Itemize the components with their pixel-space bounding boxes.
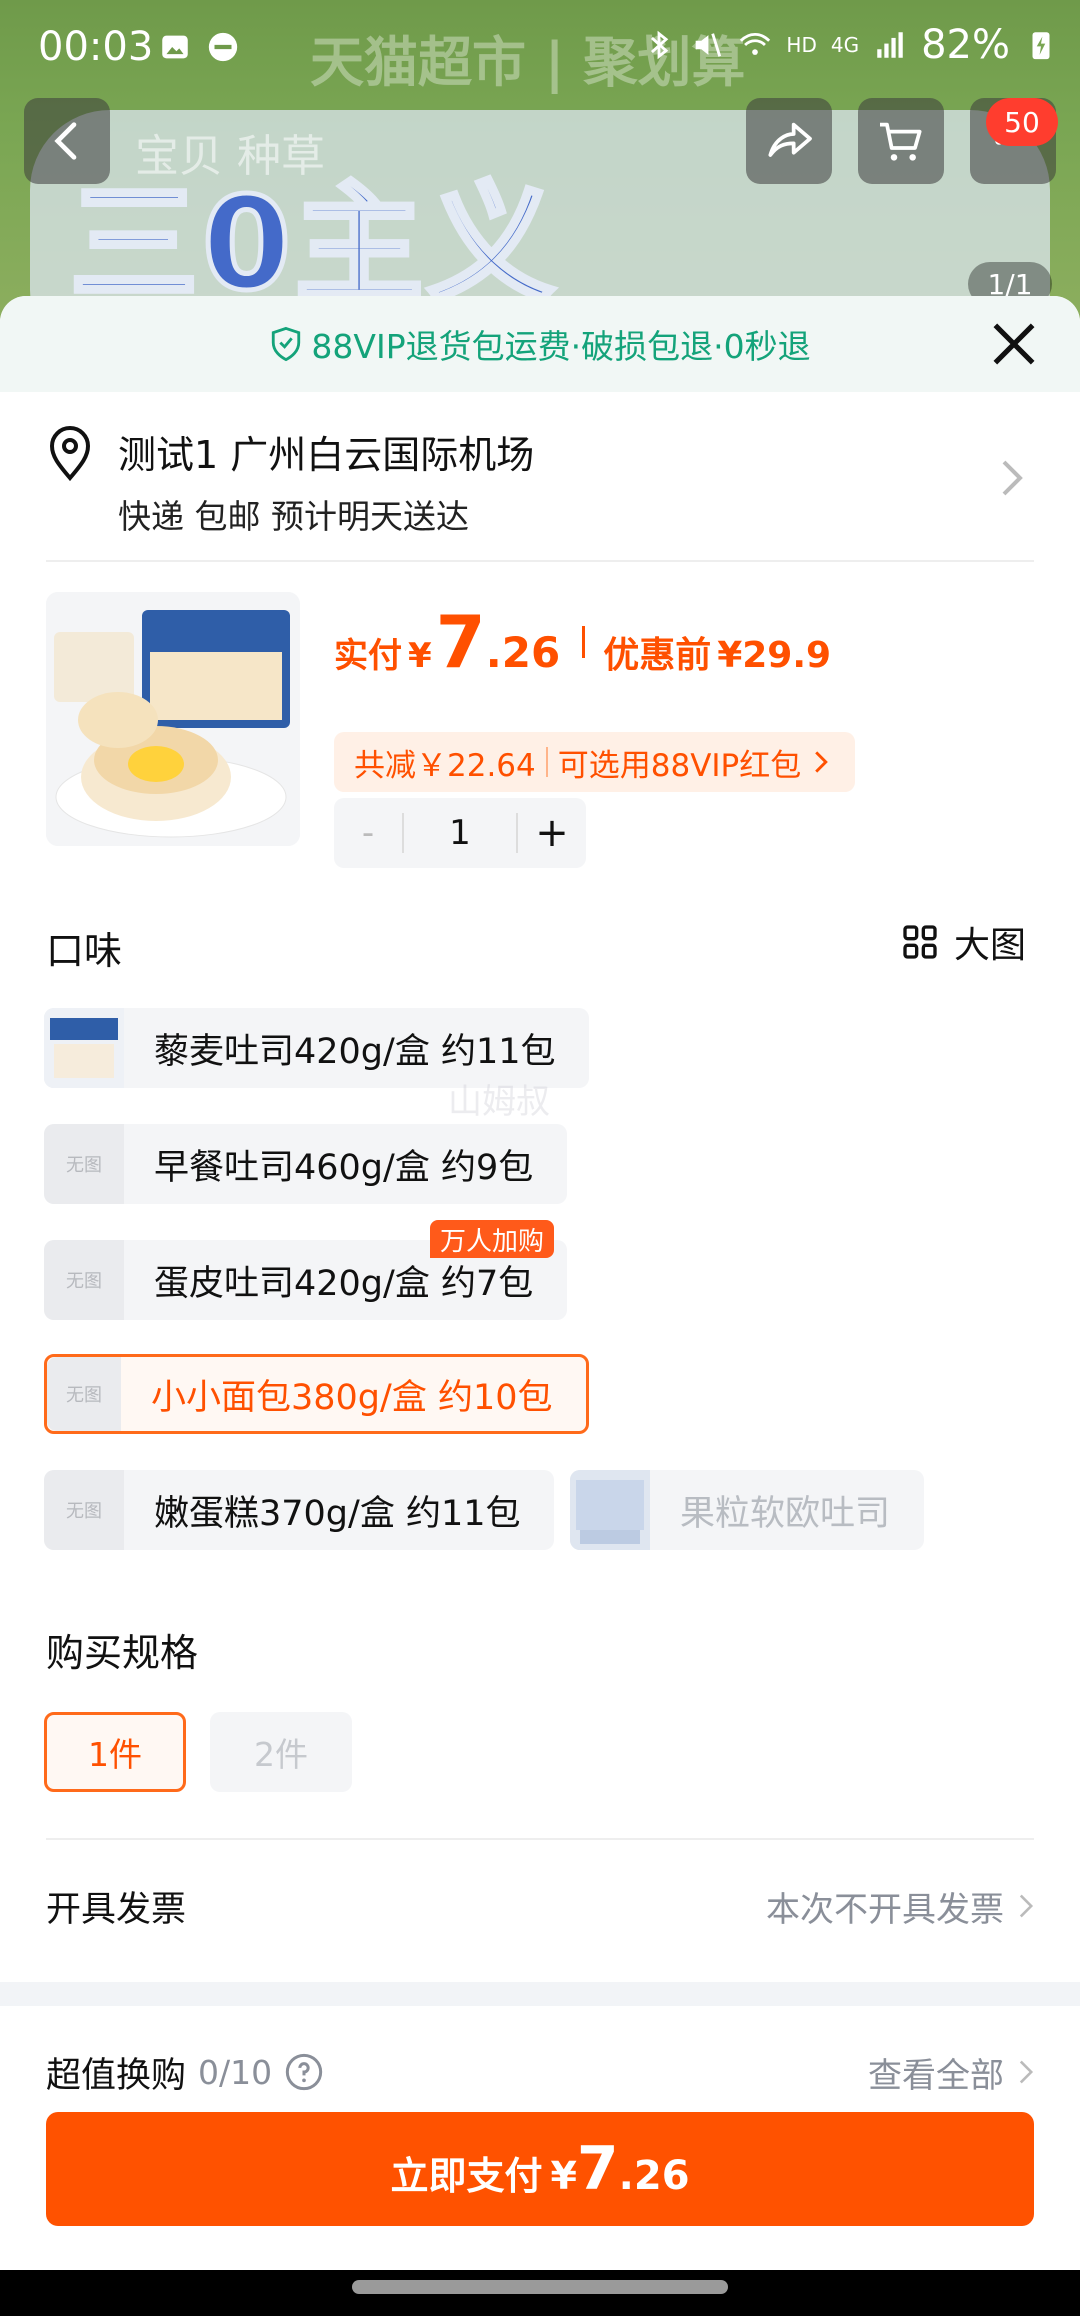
flavor-section-title: 口味 <box>46 929 123 973</box>
wifi-icon <box>740 32 771 55</box>
option-label: 嫩蛋糕370g/盒 约11包 <box>154 1493 521 1534</box>
option-label: 早餐吐司460g/盒 约9包 <box>154 1147 534 1188</box>
currency-symbol: ¥ <box>408 636 432 676</box>
price-divider <box>582 626 586 658</box>
sku-selection-sheet: 88VIP退货包运费·破损包退·0秒退 测试1 广州白云国际机场 快递 包邮 预… <box>0 296 1080 2316</box>
hd-label: HD <box>786 33 817 57</box>
price-decimal: .26 <box>485 628 561 677</box>
spec-section-title: 购买规格 <box>46 1631 199 1675</box>
bluetooth-icon <box>651 30 669 60</box>
increase-button[interactable]: + <box>518 810 586 856</box>
bread-product-image <box>46 592 300 846</box>
no-image-placeholder: 无图 <box>47 1357 121 1431</box>
big-image-label: 大图 <box>953 925 1026 966</box>
back-button[interactable] <box>24 98 110 184</box>
invoice-value: 本次不开具发票 <box>766 1889 1004 1930</box>
before-discount-label: 优惠前 <box>603 635 712 676</box>
status-time: 00:03 <box>38 24 154 70</box>
mute-icon <box>696 33 722 57</box>
discount-amount: 共减￥22.64 <box>354 747 536 784</box>
view-all-link[interactable]: 查看全部 <box>868 2048 1004 2097</box>
option-thumbnail <box>570 1470 650 1550</box>
vip-coupon-text: 可选用88VIP红包 <box>557 747 802 784</box>
share-icon <box>768 122 812 157</box>
signal-icon <box>877 32 903 58</box>
option-thumbnail <box>44 1008 124 1088</box>
pay-amount-integer: 7 <box>576 2134 619 2204</box>
close-icon[interactable] <box>986 316 1042 372</box>
pay-label: 立即支付 <box>390 2154 543 2198</box>
system-nav-bar <box>0 2270 1080 2316</box>
network-label: 4G <box>830 33 860 57</box>
home-gesture-handle[interactable] <box>352 2280 728 2294</box>
flavor-option-soft-cake[interactable]: 无图 嫩蛋糕370g/盒 约11包 <box>44 1470 555 1550</box>
big-image-toggle[interactable]: 大图 <box>900 916 1026 968</box>
delivery-info: 快递 包邮 预计明天送达 <box>118 497 469 536</box>
battery-icon <box>1032 32 1050 60</box>
no-image-placeholder: 无图 <box>44 1240 124 1320</box>
pay-currency: ¥ <box>550 2154 577 2198</box>
flavor-option-breakfast-toast[interactable]: 无图 早餐吐司460g/盒 约9包 <box>44 1124 568 1204</box>
vip-notice-text: 88VIP退货包运费·破损包退·0秒退 <box>311 327 811 366</box>
grid-icon <box>903 925 937 959</box>
address-row[interactable]: 测试1 广州白云国际机场 快递 包邮 预计明天送达 <box>46 392 1034 562</box>
divider <box>46 1838 1034 1840</box>
discount-pill[interactable]: 共减￥22.64 可选用88VIP红包 <box>334 732 856 792</box>
back-arrow-icon <box>54 122 77 160</box>
exchange-row[interactable]: 超值换购 0/10 查看全部 <box>46 2042 1034 2102</box>
price-integer: 7 <box>435 600 486 684</box>
watermark: 山姆叔 <box>448 1082 550 1122</box>
no-image-placeholder: 无图 <box>44 1124 124 1204</box>
option-label: 藜麦吐司420g/盒 约11包 <box>154 1031 556 1072</box>
spec-option-2: 2件 <box>210 1712 352 1792</box>
before-discount-price: ¥29.9 <box>717 635 832 676</box>
cart-icon <box>880 122 922 161</box>
share-button[interactable] <box>746 98 832 184</box>
invoice-row[interactable]: 开具发票 本次不开具发票 <box>46 1876 1034 1936</box>
option-label: 小小面包380g/盒 约10包 <box>151 1377 553 1418</box>
invoice-label: 开具发票 <box>46 1889 187 1930</box>
address-title: 测试1 广州白云国际机场 <box>118 433 535 477</box>
chevron-right-icon <box>1019 2060 1034 2084</box>
gallery-icon <box>162 35 188 59</box>
cart-count-badge: 50 <box>986 98 1058 146</box>
flavor-option-fruit-toast: 果粒软欧吐司 <box>570 1470 925 1550</box>
popular-tag: 万人加购 <box>430 1220 555 1258</box>
dnd-icon <box>208 32 238 62</box>
location-pin-icon <box>49 426 91 482</box>
option-label: 蛋皮吐司420g/盒 约7包 <box>154 1263 534 1304</box>
status-bar: 00:03 HD 4G 82% <box>0 0 1080 100</box>
decrease-button[interactable]: - <box>334 813 402 853</box>
product-summary: 实付 ¥ 7 .26 优惠前 ¥29.9 共减￥22.64 可选用88VIP红包… <box>0 562 1080 878</box>
spec-option-1[interactable]: 1件 <box>44 1712 186 1792</box>
battery-percent: 82% <box>921 22 1010 68</box>
chevron-right-icon <box>1019 1894 1034 1918</box>
quantity-value[interactable]: 1 <box>402 813 518 853</box>
exchange-count: 0/10 <box>198 2052 273 2092</box>
chevron-right-icon <box>815 751 829 773</box>
help-icon[interactable] <box>284 2052 324 2092</box>
option-label: 果粒软欧吐司 <box>680 1493 891 1534</box>
exchange-label: 超值换购 <box>46 2055 187 2096</box>
product-tabs[interactable]: 宝贝 种草 <box>135 120 325 184</box>
quantity-stepper: - 1 + <box>334 798 586 868</box>
product-image[interactable] <box>46 592 300 846</box>
no-image-placeholder: 无图 <box>44 1470 124 1550</box>
chevron-right-icon <box>1002 460 1023 496</box>
cart-button[interactable] <box>858 98 944 184</box>
actual-price-label: 实付 <box>334 636 402 676</box>
pay-amount-decimal: .26 <box>618 2153 690 2199</box>
section-gap <box>0 1982 1080 2006</box>
flavor-option-small-bread[interactable]: 无图 小小面包380g/盒 约10包 <box>44 1354 590 1434</box>
pay-now-button[interactable]: 立即支付 ¥ 7 .26 <box>46 2112 1034 2226</box>
vip-notice-bar: 88VIP退货包运费·破损包退·0秒退 <box>0 296 1080 392</box>
shield-check-icon <box>272 326 301 362</box>
price-row: 实付 ¥ 7 .26 优惠前 ¥29.9 <box>334 600 831 684</box>
